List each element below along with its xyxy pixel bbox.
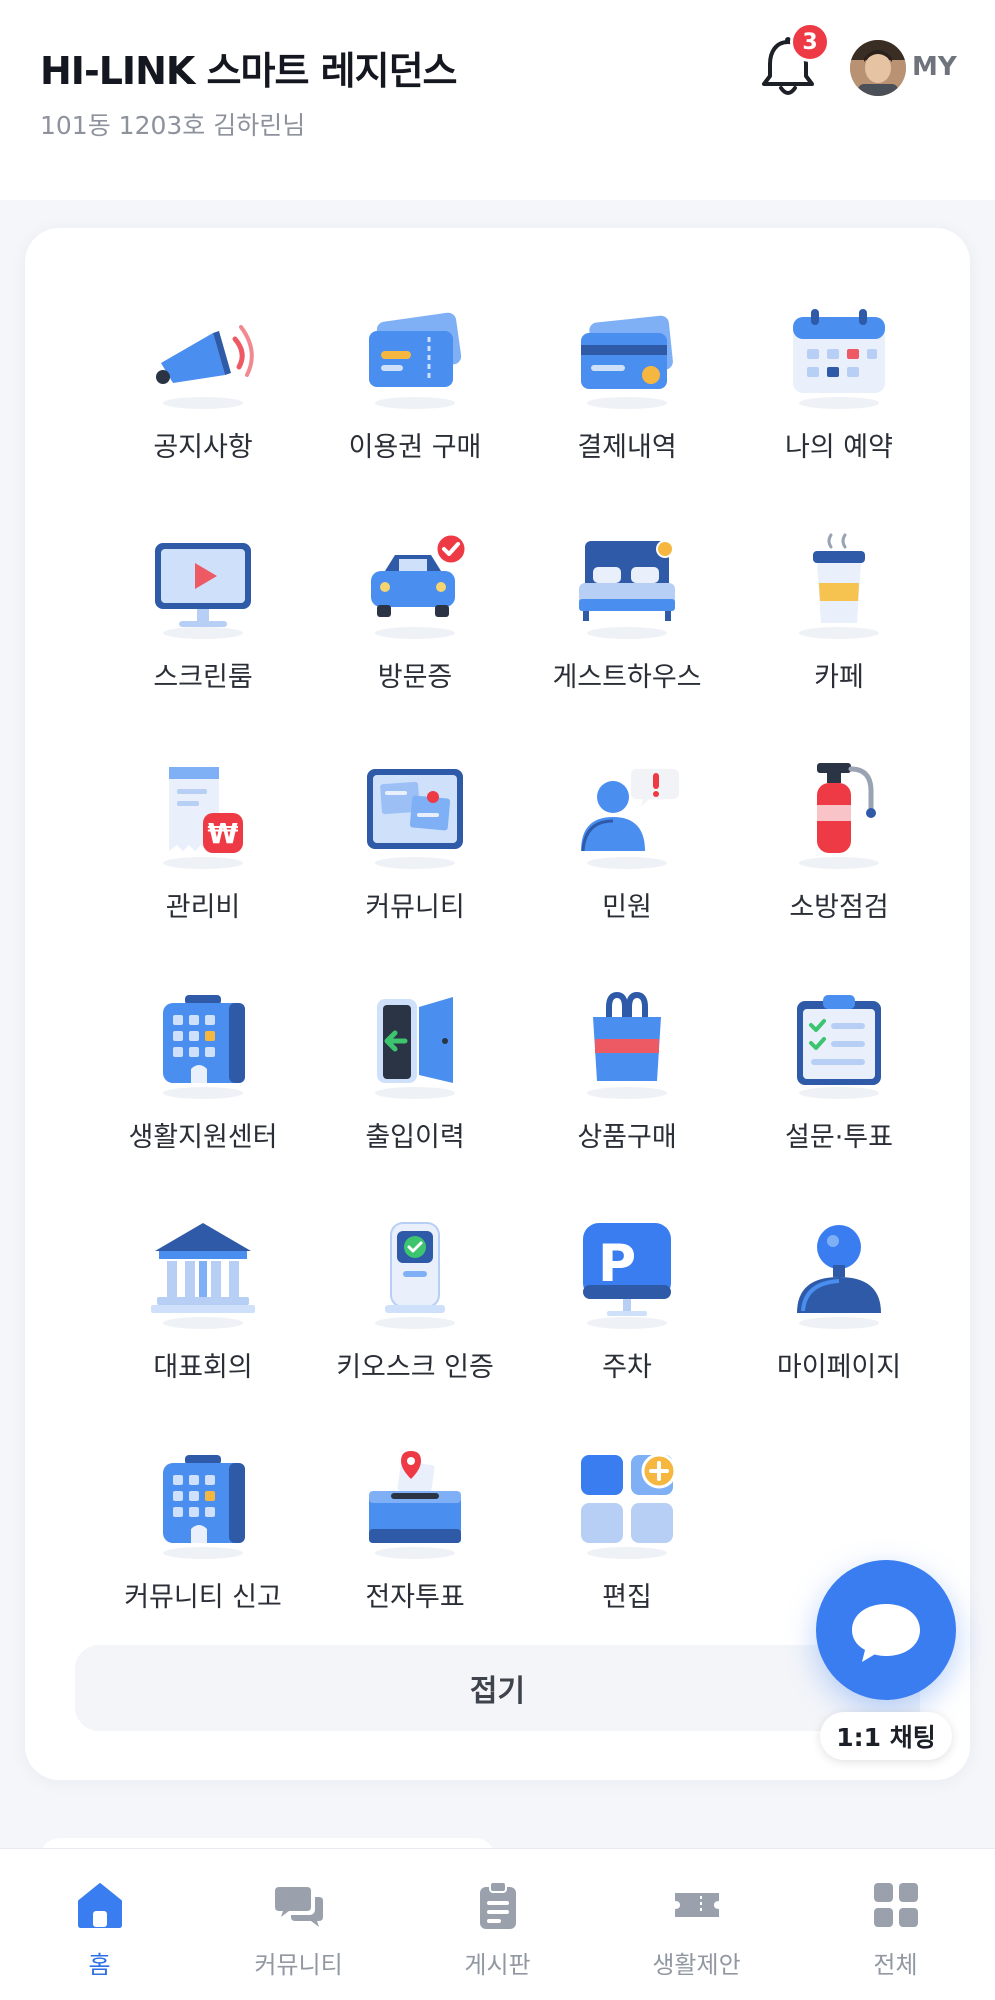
clipboard-icon xyxy=(479,1881,516,1929)
shopping-bag-icon xyxy=(587,991,667,1099)
ticket-icon xyxy=(369,312,462,409)
tab-label: 생활제안 xyxy=(652,1951,741,1979)
menu-item-label: 결제내역 xyxy=(577,432,677,463)
menu-item-label: 커뮤니티 xyxy=(365,892,465,923)
credit-card-icon xyxy=(581,315,673,409)
car-check-icon xyxy=(371,532,468,639)
menu-item-ticket-purchase[interactable]: 이용권 구매 xyxy=(309,295,521,505)
avatar[interactable] xyxy=(850,40,906,96)
app-header: HI-LINK 스마트 레지던스 101동 1203호 김하린님 3 MY xyxy=(0,0,995,200)
app-title: HI-LINK 스마트 레지던스 xyxy=(40,49,457,93)
building-icon xyxy=(163,995,245,1099)
calendar-icon xyxy=(793,309,885,409)
home-icon xyxy=(77,1883,122,1928)
notification-badge: 3 xyxy=(790,22,830,62)
menu-item-visitor-pass[interactable]: 방문증 xyxy=(309,525,521,735)
menu-item-label: 방문증 xyxy=(377,662,453,693)
svg-text:P: P xyxy=(598,1234,636,1294)
menu-item-cafe[interactable]: 카페 xyxy=(733,525,945,735)
menu-item-payment-history[interactable]: 결제내역 xyxy=(521,295,733,505)
door-exit-icon xyxy=(375,997,455,1099)
monitor-play-icon xyxy=(155,543,251,639)
menu-item-e-voting[interactable]: 전자투표 xyxy=(309,1445,521,1655)
menu-item-label: 대표회의 xyxy=(153,1352,253,1383)
menu-item-label: 스크린룸 xyxy=(153,662,253,693)
person-alert-icon xyxy=(581,769,679,869)
chat-bubble-icon xyxy=(852,1604,920,1662)
tab-home[interactable]: 홈 xyxy=(0,1849,199,2000)
menu-item-label: 커뮤니티 신고 xyxy=(124,1582,282,1613)
menu-item-label: 게스트하우스 xyxy=(552,662,702,693)
parking-sign-icon: P xyxy=(583,1223,671,1329)
government-building-icon xyxy=(151,1223,255,1329)
menu-item-label: 공지사항 xyxy=(153,432,253,463)
menu-item-access-history[interactable]: 출입이력 xyxy=(309,985,521,1195)
collapse-button[interactable]: 접기 xyxy=(75,1645,920,1731)
menu-item-label: 편집 xyxy=(602,1582,652,1613)
menu-item-life-support-center[interactable]: 생활지원센터 xyxy=(97,985,309,1195)
ballot-box-icon xyxy=(369,1451,461,1559)
bed-icon xyxy=(579,540,675,639)
menu-item-label: 출입이력 xyxy=(365,1122,465,1153)
menu-item-my-reservations[interactable]: 나의 예약 xyxy=(733,295,945,505)
menu-item-label: 소방점검 xyxy=(789,892,889,923)
menu-item-kiosk-auth[interactable]: 키오스크 인증 xyxy=(309,1215,521,1425)
building-report-icon xyxy=(163,1455,245,1559)
menu-item-label: 관리비 xyxy=(165,892,241,923)
menu-item-label: 상품구매 xyxy=(577,1122,677,1153)
chat-button[interactable] xyxy=(816,1560,956,1700)
menu-item-representative-meeting[interactable]: 대표회의 xyxy=(97,1215,309,1425)
fire-extinguisher-icon xyxy=(799,763,879,869)
tab-life-suggestion[interactable]: 생활제안 xyxy=(597,1849,796,2000)
bulletin-board-icon xyxy=(367,769,463,869)
menu-item-label: 설문·투표 xyxy=(785,1122,893,1153)
tab-label: 홈 xyxy=(88,1951,111,1979)
menu-item-label: 카페 xyxy=(814,662,864,693)
menu-item-label: 주차 xyxy=(602,1352,652,1383)
chat-label[interactable]: 1:1 채팅 xyxy=(820,1712,952,1760)
user-icon xyxy=(797,1225,881,1329)
menu-item-my-page[interactable]: 마이페이지 xyxy=(733,1215,945,1425)
menu-item-notice[interactable]: 공지사항 xyxy=(97,295,309,505)
tab-all[interactable]: 전체 xyxy=(796,1849,995,2000)
svg-text:₩: ₩ xyxy=(208,817,239,850)
tab-label: 커뮤니티 xyxy=(254,1951,343,1979)
coffee-cup-icon xyxy=(799,533,879,639)
ticket-icon xyxy=(674,1893,719,1917)
chat-bubbles-icon xyxy=(274,1887,323,1927)
tab-community[interactable]: 커뮤니티 xyxy=(199,1849,398,2000)
menu-item-screen-room[interactable]: 스크린룸 xyxy=(97,525,309,735)
menu-item-label: 민원 xyxy=(602,892,652,923)
menu-card: 공지사항 이용권 구매 결제내역 나의 예약 스크린룸 방문증 게스트하우스 카… xyxy=(25,228,970,1780)
menu-item-community-report[interactable]: 커뮤니티 신고 xyxy=(97,1445,309,1655)
resident-info: 101동 1203호 김하린님 xyxy=(40,111,306,140)
grid-icon xyxy=(873,1883,918,1927)
menu-item-complaint[interactable]: 민원 xyxy=(521,755,733,965)
profile-label[interactable]: MY xyxy=(912,52,957,82)
bottom-tab-bar: 홈 커뮤니티 게시판 생활제안 전체 xyxy=(0,1848,995,2000)
menu-item-label: 이용권 구매 xyxy=(348,432,482,463)
menu-item-label: 나의 예약 xyxy=(785,432,893,463)
menu-item-guest-house[interactable]: 게스트하우스 xyxy=(521,525,733,735)
menu-item-label: 전자투표 xyxy=(365,1582,465,1613)
menu-item-survey-vote[interactable]: 설문·투표 xyxy=(733,985,945,1195)
menu-item-edit[interactable]: 편집 xyxy=(521,1445,733,1655)
menu-item-parking[interactable]: P 주차 xyxy=(521,1215,733,1425)
menu-item-product-purchase[interactable]: 상품구매 xyxy=(521,985,733,1195)
menu-item-fire-inspection[interactable]: 소방점검 xyxy=(733,755,945,965)
user-photo-icon xyxy=(850,40,906,96)
kiosk-check-icon xyxy=(375,1222,455,1329)
menu-item-maintenance-fee[interactable]: ₩ 관리비 xyxy=(97,755,309,965)
menu-item-label: 키오스크 인증 xyxy=(336,1352,494,1383)
menu-item-label: 마이페이지 xyxy=(776,1352,902,1383)
receipt-won-icon: ₩ xyxy=(163,767,243,869)
menu-item-label: 생활지원센터 xyxy=(128,1122,278,1153)
clipboard-check-icon xyxy=(797,995,881,1099)
grid-add-icon xyxy=(581,1453,677,1559)
tab-label: 전체 xyxy=(873,1951,918,1979)
tab-label: 게시판 xyxy=(464,1951,531,1979)
megaphone-icon xyxy=(156,325,254,409)
menu-item-community[interactable]: 커뮤니티 xyxy=(309,755,521,965)
tab-board[interactable]: 게시판 xyxy=(398,1849,597,2000)
